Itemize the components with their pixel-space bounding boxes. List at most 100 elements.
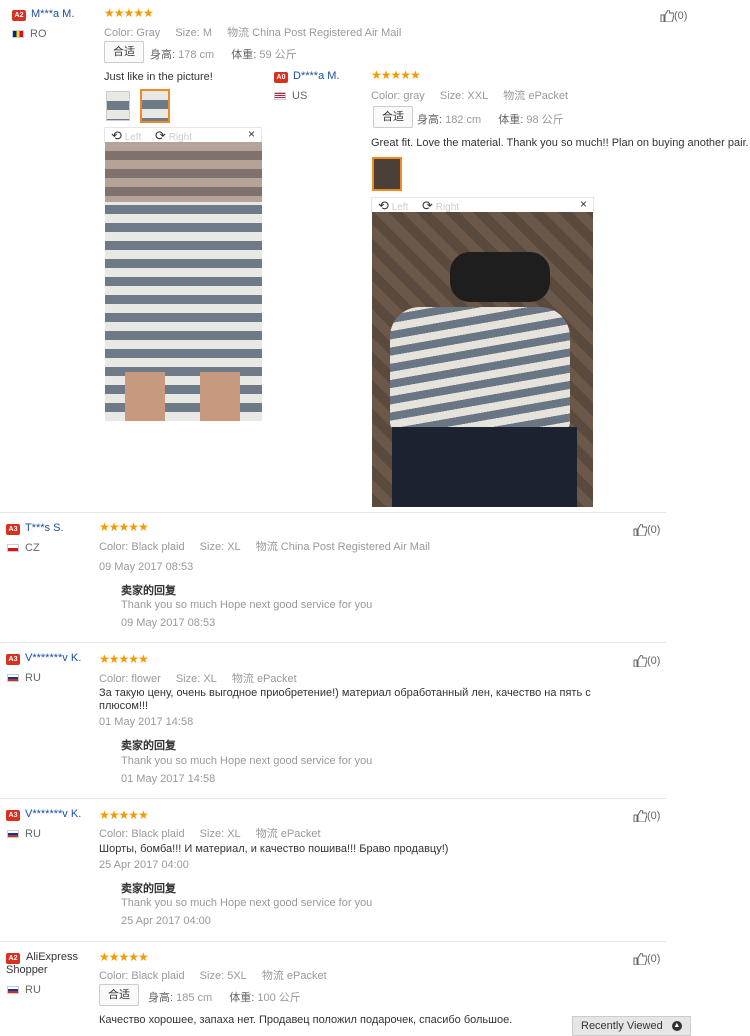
reviewer-name[interactable]: T***s S. [25, 522, 64, 534]
fit-chip: 合适 [99, 984, 139, 1006]
size-key: Size: [175, 27, 200, 39]
reviewer-name[interactable]: M***a M. [31, 8, 74, 20]
helpful-count: (0) [647, 810, 661, 822]
shipping-value: China Post Registered Air Mail [280, 541, 430, 553]
reviewer-name[interactable]: V*******v K. [25, 808, 81, 820]
height-key: 身高: [148, 992, 174, 1004]
size-value: XL [227, 828, 241, 840]
size-key: Size: [439, 90, 465, 102]
flag-icon [274, 92, 286, 100]
size-value: XL [227, 541, 241, 553]
rating-stars: ★★★★★ [371, 68, 421, 82]
shipping-value: China Post Registered Air Mail [252, 27, 402, 39]
country-label: CZ [25, 542, 40, 554]
photo-bg-shade [105, 142, 262, 202]
helpful-button[interactable]: (0) [660, 10, 688, 23]
photo-thumbnail[interactable] [106, 91, 130, 121]
photo-thumbnail-selected[interactable] [140, 89, 170, 123]
body-info: 身高: 178 cm 体重: 59 公斤 [150, 46, 311, 62]
close-icon[interactable]: × [580, 197, 587, 211]
seller-reply-date: 01 May 2017 14:58 [121, 773, 216, 785]
shipping-value: ePacket [528, 90, 569, 102]
divider [0, 941, 666, 942]
recently-viewed-tab[interactable]: Recently Viewed ▲ [572, 1016, 691, 1036]
size-value: XXL [467, 90, 489, 102]
photo-viewer-toolbar: ⟲ Left ⟳ Right × [371, 197, 594, 213]
thumbs-up-icon [633, 655, 647, 668]
helpful-button[interactable]: (0) [633, 524, 661, 537]
close-icon[interactable]: × [248, 127, 255, 141]
shipping-key: 物流 [255, 541, 278, 553]
weight-value: 100 公斤 [257, 992, 301, 1004]
helpful-button[interactable]: (0) [633, 953, 660, 966]
recently-viewed-label: Recently Viewed [581, 1020, 663, 1032]
photo-thumbnail-selected[interactable] [372, 157, 402, 191]
helpful-count: (0) [674, 10, 688, 22]
color-key: Color: [371, 90, 401, 102]
rotate-right-icon: ⟳ [422, 198, 433, 213]
height-key: 身高: [150, 49, 176, 61]
review-text: Great fit. Love the material. Thank you … [371, 137, 749, 149]
flag-icon [7, 830, 19, 838]
level-badge: A3 [6, 810, 20, 821]
seller-reply-text: Thank you so much Hope next good service… [121, 897, 373, 909]
color-key: Color: [99, 970, 129, 982]
divider [0, 512, 666, 513]
sku-info: Color: Black plaid Size: 5XL 物流 ePacket [99, 967, 339, 983]
color-key: Color: [104, 27, 134, 39]
weight-value: 98 公斤 [526, 114, 564, 126]
helpful-button[interactable]: (0) [633, 810, 661, 823]
color-value: Black plaid [131, 828, 185, 840]
weight-key: 体重: [498, 114, 524, 126]
photo-leg-left [125, 372, 165, 421]
size-key: Size: [199, 828, 225, 840]
review-photo [105, 142, 262, 421]
reviewer-name[interactable]: D****a M. [293, 70, 339, 82]
color-value: Black plaid [131, 541, 185, 553]
size-key: Size: [175, 673, 201, 685]
size-key: Size: [199, 541, 225, 553]
shipping-key: 物流 [227, 27, 250, 39]
seller-reply-title: 卖家的回复 [121, 883, 176, 895]
color-key: Color: [99, 541, 129, 553]
color-key: Color: [99, 673, 129, 685]
flag-icon [7, 986, 19, 994]
fit-chip: 合适 [104, 41, 144, 63]
height-value: 178 cm [178, 49, 215, 61]
review-date: 01 May 2017 14:58 [99, 716, 194, 728]
rating-stars: ★★★★★ [99, 950, 149, 964]
reviewer-name[interactable]: AliExpress Shopper [6, 951, 86, 977]
size-value: XL [203, 673, 217, 685]
sku-info: Color: gray Size: XXL 物流 ePacket [371, 87, 580, 103]
size-key: Size: [199, 970, 225, 982]
photo-shorts [390, 307, 570, 432]
country-label: RU [25, 984, 41, 996]
flag-icon [12, 30, 24, 38]
rating-stars: ★★★★★ [99, 520, 149, 534]
body-info: 身高: 185 cm 体重: 100 公斤 [148, 989, 315, 1005]
thumbs-up-icon [633, 810, 647, 823]
review-text: Just like in the picture! [104, 71, 213, 83]
level-badge: A3 [6, 524, 20, 535]
country-label: RU [25, 828, 41, 840]
color-value: Gray [136, 27, 161, 39]
shipping-key: 物流 [503, 90, 526, 102]
review-text: Качество хорошее, запаха нет. Продавец п… [99, 1014, 513, 1026]
shipping-value: ePacket [286, 970, 327, 982]
flag-icon [7, 674, 19, 682]
rotate-left-icon: ⟲ [111, 128, 122, 143]
rating-stars: ★★★★★ [104, 6, 154, 20]
seller-reply-date: 09 May 2017 08:53 [121, 617, 216, 629]
shipping-value: ePacket [256, 673, 297, 685]
helpful-button[interactable]: (0) [633, 655, 660, 668]
review-date: 09 May 2017 08:53 [99, 561, 194, 573]
reviewer-name[interactable]: V*******v K. [25, 652, 81, 664]
rotate-right-icon: ⟳ [155, 128, 166, 143]
level-badge: A3 [6, 654, 20, 665]
photo-leg-right [200, 372, 240, 421]
thumbs-up-icon [633, 524, 647, 537]
color-value: flower [131, 673, 161, 685]
shipping-key: 物流 [261, 970, 284, 982]
photo-viewer-toolbar: ⟲ Left ⟳ Right × [104, 127, 262, 143]
helpful-count: (0) [647, 524, 661, 536]
